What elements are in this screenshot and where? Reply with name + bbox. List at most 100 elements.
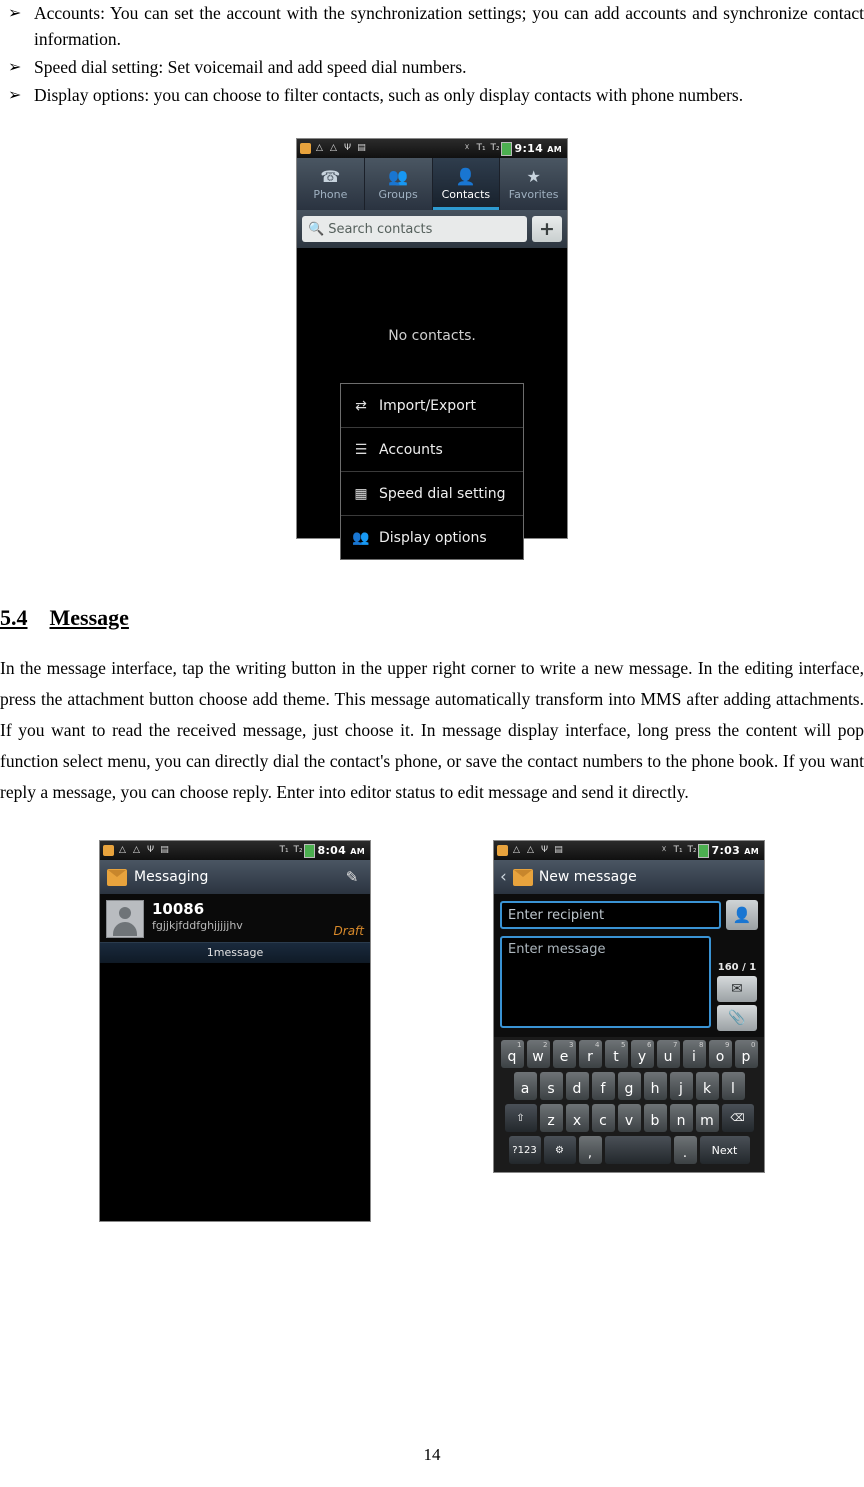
bullet-text: Accounts: You can set the account with t… [34,3,864,49]
search-input[interactable]: 🔍 Search contacts [302,216,527,242]
key-x[interactable]: x [565,1104,589,1132]
draft-badge: Draft [333,924,364,938]
section-paragraph: In the message interface, tap the writin… [0,658,864,802]
keyboard-row-1: 1q 2w 3e 4r 5t 6y 7u 8i 9o 0p [496,1040,762,1068]
message-input[interactable]: Enter message [500,936,711,1028]
backspace-key[interactable]: ⌫ [721,1104,754,1132]
page-content: ➢ Accounts: You can set the account with… [0,0,864,1222]
tab-phone[interactable]: ☎ Phone [297,158,365,210]
tab-groups-label: Groups [378,187,418,201]
conversation-list-item[interactable]: 10086 fgjjkjfddfghjjjjjhv Draft [100,894,370,942]
recipient-placeholder: Enter recipient [508,907,605,923]
menu-item-accounts[interactable]: ☰ Accounts [341,428,523,472]
key-b[interactable]: b [643,1104,667,1132]
key-z[interactable]: z [539,1104,563,1132]
warning-icon-1: △ [119,845,126,855]
keyboard-row-3: ⇧ z x c v b n m ⌫ [496,1104,762,1132]
key-e[interactable]: 3e [552,1040,576,1068]
new-message-phone-screenshot: △ △ Ψ ▤ ☓ T₁ T₂ 7:03 AM ‹ New message En… [493,840,765,1173]
key-s[interactable]: s [539,1072,563,1100]
key-a[interactable]: a [513,1072,537,1100]
key-l[interactable]: l [721,1072,745,1100]
avatar [106,900,144,938]
menu-item-display-options[interactable]: 👥 Display options [341,516,523,559]
sdcard-icon: ▤ [357,143,366,153]
tab-contacts[interactable]: 👤 Contacts [432,158,501,210]
mute-icon: ☓ [464,143,470,153]
messaging-app-icon [512,868,533,886]
signal-sim1-icon: T₁ [476,143,486,153]
signal-sim2-icon: T₂ [293,845,303,855]
message-icon [300,143,311,154]
display-options-icon: 👥 [352,529,370,546]
shift-key[interactable]: ⇧ [504,1104,537,1132]
conversation-text: 10086 fgjjkjfddfghjjjjjhv [152,900,326,932]
signal-sim2-icon: T₂ [490,143,500,153]
key-g[interactable]: g [617,1072,641,1100]
period-key[interactable]: . [673,1136,697,1164]
signal-sim1-icon: T₁ [279,845,289,855]
key-i[interactable]: 8i [682,1040,706,1068]
section-title: Message [49,605,129,630]
key-f[interactable]: f [591,1072,615,1100]
key-v[interactable]: v [617,1104,641,1132]
add-contact-button[interactable]: + [532,216,562,242]
search-icon: 🔍 [308,221,325,237]
key-o[interactable]: 9o [708,1040,732,1068]
key-d[interactable]: d [565,1072,589,1100]
send-button[interactable]: ✉ [717,976,757,1002]
key-q[interactable]: 1q [500,1040,524,1068]
sdcard-icon: ▤ [554,845,563,855]
key-j[interactable]: j [669,1072,693,1100]
attach-button[interactable]: 📎 [717,1005,757,1031]
key-t[interactable]: 5t [604,1040,628,1068]
compose-icon[interactable]: ✎ [341,867,363,887]
paperclip-icon: 📎 [728,1010,746,1026]
warning-icon-2: △ [330,143,337,153]
context-menu: ⇄ Import/Export ☰ Accounts ▦ Speed dial … [340,383,524,560]
key-p[interactable]: 0p [734,1040,758,1068]
bullet-text: Speed dial setting: Set voicemail and ad… [34,57,467,77]
bullet-text: Display options: you can choose to filte… [34,85,744,105]
sdcard-icon: ▤ [160,845,169,855]
key-r[interactable]: 4r [578,1040,602,1068]
warning-icon-1: △ [513,845,520,855]
message-row: Enter message 160 / 1 ✉ 📎 [494,936,764,1037]
list-item: ➢ Display options: you can choose to fil… [0,82,864,108]
status-bar-icons: △ △ Ψ ▤ ☓ T₁ T₂ [300,143,501,154]
recipient-input[interactable]: Enter recipient [500,901,721,929]
key-h[interactable]: h [643,1072,667,1100]
status-bar-icons: △ △ Ψ ▤ T₁ T₂ [103,845,304,856]
tab-groups[interactable]: 👥 Groups [365,158,433,210]
menu-item-speed-dial[interactable]: ▦ Speed dial setting [341,472,523,516]
space-key[interactable] [604,1136,671,1164]
key-u[interactable]: 7u [656,1040,680,1068]
contacts-tab-bar: ☎ Phone 👥 Groups 👤 Contacts ★ Favorites [297,158,567,210]
comma-key[interactable]: , [578,1136,602,1164]
menu-item-import-export[interactable]: ⇄ Import/Export [341,384,523,428]
page-title: New message [538,869,637,885]
back-icon[interactable]: ‹ [500,867,507,887]
menu-item-label: Accounts [379,441,443,458]
symbols-key[interactable]: ?123 [508,1136,541,1164]
tab-favorites[interactable]: ★ Favorites [500,158,567,210]
usb-icon: Ψ [343,143,352,153]
phone-icon: ☎ [320,166,341,186]
messaging-empty-area [100,963,370,1221]
key-m[interactable]: m [695,1104,719,1132]
key-w[interactable]: 2w [526,1040,550,1068]
status-bar-icons: △ △ Ψ ▤ ☓ T₁ T₂ [497,845,698,856]
key-y[interactable]: 6y [630,1040,654,1068]
settings-key[interactable]: ⚙ [543,1136,576,1164]
battery-icon [303,843,315,858]
key-n[interactable]: n [669,1104,693,1132]
next-key[interactable]: Next [699,1136,750,1164]
message-screenshots-figure: △ △ Ψ ▤ T₁ T₂ 8:04 AM Messaging ✎ 10086 … [0,840,864,1222]
key-k[interactable]: k [695,1072,719,1100]
tab-contacts-label: Contacts [441,187,491,201]
key-c[interactable]: c [591,1104,615,1132]
pick-contact-button[interactable]: 👤 [726,900,758,930]
list-item: ➢ Speed dial setting: Set voicemail and … [0,54,864,80]
status-bar: △ △ Ψ ▤ ☓ T₁ T₂ 9:14 AM [297,139,567,158]
bullet-marker-icon: ➢ [8,57,22,76]
